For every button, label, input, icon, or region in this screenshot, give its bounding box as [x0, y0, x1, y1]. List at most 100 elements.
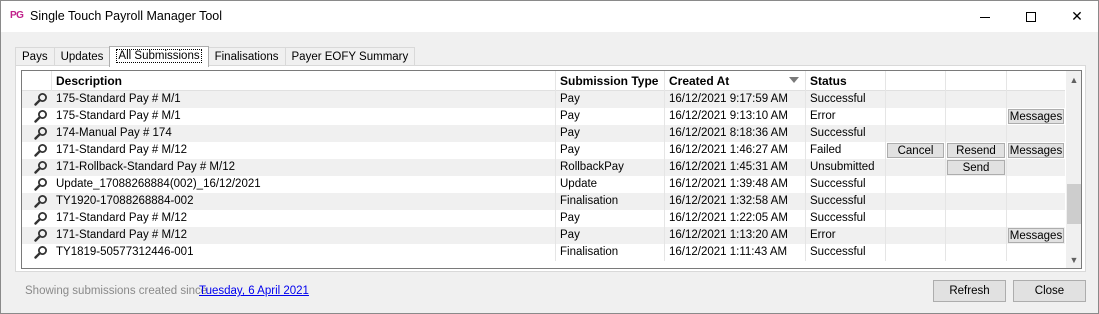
header-submission-type[interactable]: Submission Type	[556, 71, 665, 91]
close-icon: ✕	[1071, 8, 1083, 24]
header-status[interactable]: Status	[806, 71, 886, 91]
table-row[interactable]: TY1920-17088268884-002 Finalisation 16/12/…	[22, 193, 1065, 210]
row-view-cell[interactable]	[22, 176, 52, 193]
submission-type-cell: Finalisation	[556, 193, 665, 210]
since-date-link[interactable]: Tuesday, 6 April 2021	[199, 285, 309, 297]
action-cell	[886, 91, 946, 108]
status-cell: Successful	[806, 176, 886, 193]
table-row[interactable]: 171-Standard Pay # M/12 Pay 16/12/2021 1:2…	[22, 210, 1065, 227]
action-cell	[946, 210, 1007, 227]
status-cell: Failed	[806, 142, 886, 159]
maximize-button[interactable]	[1008, 1, 1054, 32]
grid-header: Description Submission Type Created At S…	[22, 71, 1065, 91]
magnifier-icon[interactable]	[34, 245, 48, 259]
grid-rows: 175-Standard Pay # M/1 Pay 16/12/2021 9:17…	[22, 91, 1065, 261]
refresh-button[interactable]: Refresh	[933, 280, 1006, 302]
action-cell	[946, 125, 1007, 142]
submission-type-cell: Pay	[556, 108, 665, 125]
action-cell	[1007, 91, 1065, 108]
row-view-cell[interactable]	[22, 210, 52, 227]
action-cell	[886, 193, 946, 210]
tab-updates[interactable]: Updates	[53, 47, 111, 66]
tab-payer-eofy-summary[interactable]: Payer EOFY Summary	[284, 47, 416, 66]
action-cell	[946, 244, 1007, 261]
row-view-cell[interactable]	[22, 142, 52, 159]
action-cell	[946, 108, 1007, 125]
submission-type-cell: Pay	[556, 91, 665, 108]
scroll-down-icon[interactable]: ▼	[1066, 251, 1081, 268]
cancel-button[interactable]: Cancel	[887, 143, 944, 158]
main-window: PG Single Touch Payroll Manager Tool ✕ P…	[0, 0, 1099, 314]
row-view-cell[interactable]	[22, 227, 52, 244]
action-cell	[886, 108, 946, 125]
row-view-cell[interactable]	[22, 125, 52, 142]
action-cell	[946, 91, 1007, 108]
status-cell: Successful	[806, 125, 886, 142]
magnifier-icon[interactable]	[34, 228, 48, 242]
row-view-cell[interactable]	[22, 193, 52, 210]
action-cell	[886, 227, 946, 244]
description-cell: TY1819-50577312446-001	[52, 244, 556, 261]
header-description[interactable]: Description	[52, 71, 556, 91]
header-action-2	[946, 71, 1007, 91]
row-view-cell[interactable]	[22, 108, 52, 125]
tab-panel: Description Submission Type Created At S…	[15, 65, 1086, 272]
close-window-button[interactable]: ✕	[1054, 1, 1099, 32]
status-cell: Successful	[806, 193, 886, 210]
scroll-thumb[interactable]	[1067, 184, 1081, 224]
created-at-cell: 16/12/2021 1:39:48 AM	[665, 176, 806, 193]
action-cell: Cancel	[886, 142, 946, 159]
created-at-cell: 16/12/2021 1:46:27 AM	[665, 142, 806, 159]
resend-button[interactable]: Resend	[947, 143, 1005, 158]
tab-pays[interactable]: Pays	[15, 47, 55, 66]
status-cell: Unsubmitted	[806, 159, 886, 176]
maximize-icon	[1026, 11, 1036, 22]
tab-finalisations[interactable]: Finalisations	[207, 47, 286, 66]
header-created-at-label: Created At	[669, 74, 730, 88]
messages-button[interactable]: Messages	[1008, 109, 1064, 124]
table-row[interactable]: 171-Standard Pay # M/12 Pay 16/12/2021 1:1…	[22, 227, 1065, 244]
header-created-at[interactable]: Created At	[665, 71, 806, 91]
tab-label: Finalisations	[214, 51, 279, 63]
status-cell: Successful	[806, 91, 886, 108]
submission-type-cell: Update	[556, 176, 665, 193]
close-button[interactable]: Close	[1013, 280, 1086, 302]
header-icon-column	[22, 71, 52, 91]
send-button[interactable]: Send	[947, 160, 1005, 175]
row-view-cell[interactable]	[22, 244, 52, 261]
action-cell	[1007, 125, 1065, 142]
table-row[interactable]: 175-Standard Pay # M/1 Pay 16/12/2021 9:13…	[22, 108, 1065, 125]
action-cell	[886, 210, 946, 227]
vertical-scrollbar[interactable]: ▲ ▼	[1066, 71, 1081, 268]
scroll-up-icon[interactable]: ▲	[1066, 71, 1081, 88]
action-cell: Messages	[1007, 142, 1065, 159]
row-view-cell[interactable]	[22, 91, 52, 108]
magnifier-icon[interactable]	[34, 194, 48, 208]
magnifier-icon[interactable]	[34, 177, 48, 191]
header-action-3	[1007, 71, 1065, 91]
table-row[interactable]: Update_17088268884(002)_16/12/2021 Update…	[22, 176, 1065, 193]
submissions-grid: Description Submission Type Created At S…	[21, 70, 1082, 269]
table-row[interactable]: 175-Standard Pay # M/1 Pay 16/12/2021 9:17…	[22, 91, 1065, 108]
magnifier-icon[interactable]	[34, 143, 48, 157]
action-cell	[886, 176, 946, 193]
description-cell: 175-Standard Pay # M/1	[52, 91, 556, 108]
messages-button[interactable]: Messages	[1008, 143, 1064, 158]
row-view-cell[interactable]	[22, 159, 52, 176]
table-row[interactable]: 174-Manual Pay # 174 Pay 16/12/2021 8:18:3…	[22, 125, 1065, 142]
action-cell: Send	[946, 159, 1007, 176]
magnifier-icon[interactable]	[34, 160, 48, 174]
action-cell	[946, 176, 1007, 193]
minimize-button[interactable]	[962, 1, 1008, 32]
table-row[interactable]: 171-Rollback-Standard Pay # M/12 Rollback…	[22, 159, 1065, 176]
magnifier-icon[interactable]	[34, 92, 48, 106]
magnifier-icon[interactable]	[34, 211, 48, 225]
action-cell	[886, 159, 946, 176]
tab-label: All Submissions	[116, 49, 202, 63]
magnifier-icon[interactable]	[34, 109, 48, 123]
table-row[interactable]: TY1819-50577312446-001 Finalisation 16/12/…	[22, 244, 1065, 261]
magnifier-icon[interactable]	[34, 126, 48, 140]
tab-all-submissions[interactable]: All Submissions	[109, 46, 209, 67]
messages-button[interactable]: Messages	[1008, 228, 1064, 243]
table-row[interactable]: 171-Standard Pay # M/12 Pay 16/12/2021 1:4…	[22, 142, 1065, 159]
